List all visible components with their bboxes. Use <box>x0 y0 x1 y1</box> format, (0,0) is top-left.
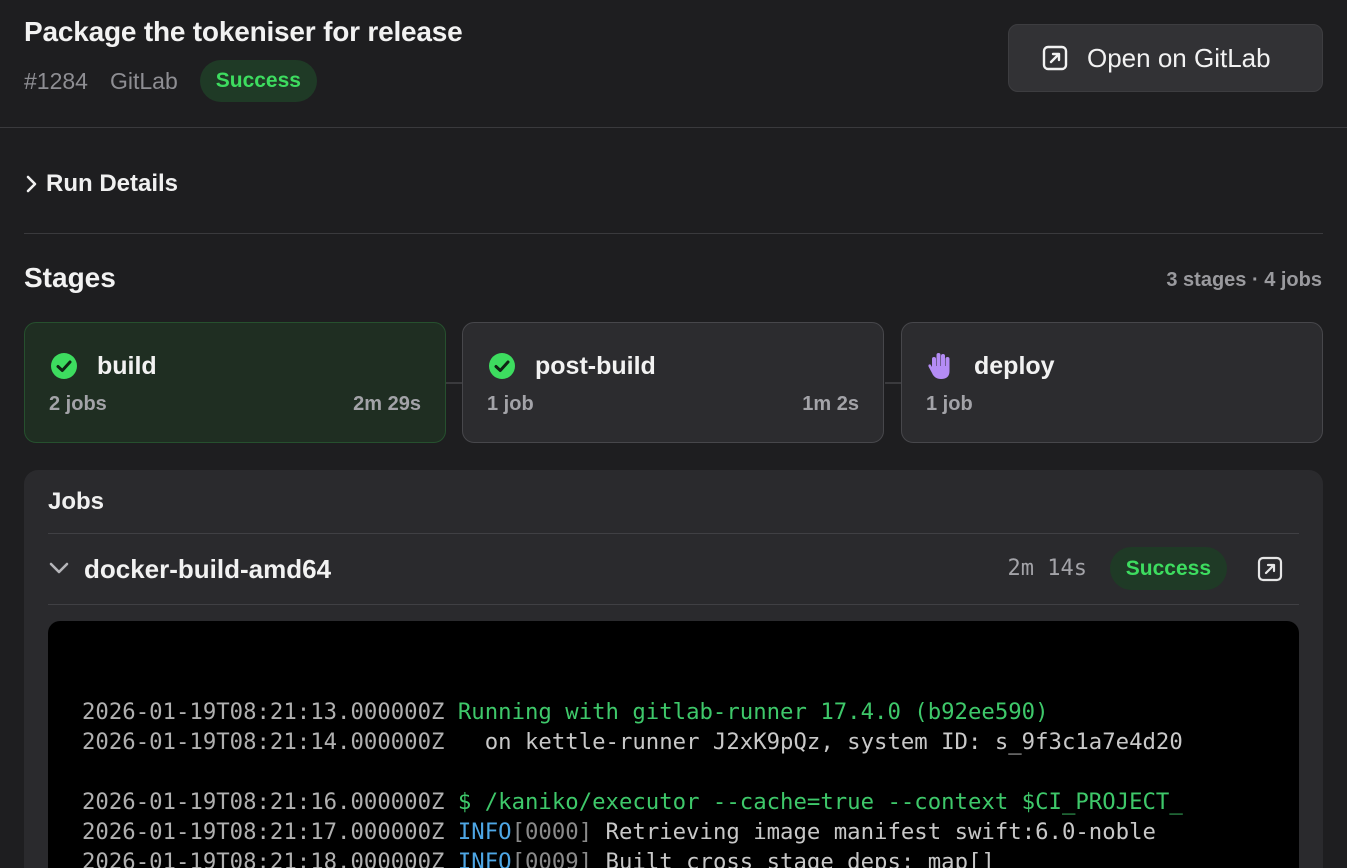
log-line: 2026-01-19T08:21:16.000000Z $ /kaniko/ex… <box>82 787 1299 817</box>
jobs-divider <box>48 604 1299 605</box>
jobs-panel: Jobs docker-build-amd64 2m 14s Success 2… <box>24 470 1323 868</box>
log-timestamp: 2026-01-19T08:21:14.000000Z <box>82 729 445 755</box>
run-details-label: Run Details <box>46 170 179 197</box>
job-status-badge: Success <box>1109 547 1227 590</box>
log-text: INFO <box>444 819 512 845</box>
job-duration: 2m 14s <box>1007 556 1087 581</box>
stages-title: Stages <box>24 262 116 293</box>
log-text: Running with gitlab-runner 17.4.0 (b92ee… <box>444 699 1049 725</box>
log-line: 2026-01-19T08:21:14.000000Z on kettle-ru… <box>82 727 1299 757</box>
log-line: 2026-01-19T08:21:18.000000Z INFO[0009] B… <box>82 847 1299 868</box>
log-line: 2026-01-19T08:21:13.000000Z Running with… <box>82 697 1299 727</box>
stage-duration: 2m 29s <box>353 393 421 415</box>
run-details-toggle[interactable]: Run Details <box>24 170 178 198</box>
stage-card-deploy[interactable]: deploy 1 job <box>901 322 1323 443</box>
log-timestamp: 2026-01-19T08:21:18.000000Z <box>82 849 445 868</box>
open-on-gitlab-button[interactable]: Open on GitLab <box>1008 24 1323 92</box>
stage-job-count: 1 job <box>926 393 973 415</box>
check-circle-icon <box>489 353 515 379</box>
stages-summary: 3 stages · 4 jobs <box>1166 269 1322 291</box>
check-circle-icon <box>51 353 77 379</box>
jobs-title: Jobs <box>48 488 105 515</box>
chevron-down-icon <box>49 562 69 574</box>
job-row-docker-build-amd64[interactable]: docker-build-amd64 2m 14s Success <box>48 534 1299 604</box>
stage-card-build[interactable]: build 2 jobs 2m 29s <box>24 322 446 443</box>
log-text: on kettle-runner J2xK9pQz, system ID: s_… <box>444 729 1183 755</box>
stage-card-post-build[interactable]: post-build 1 job 1m 2s <box>462 322 884 443</box>
log-text: [0009] <box>511 849 593 868</box>
pipeline-meta: #1284 GitLab Success <box>24 60 317 102</box>
stage-duration: 1m 2s <box>802 393 859 415</box>
provider-label: GitLab <box>109 67 178 94</box>
stage-name: deploy <box>974 351 1055 380</box>
hand-icon <box>928 353 950 379</box>
stage-job-count: 2 jobs <box>49 393 107 415</box>
stage-job-count: 1 job <box>487 393 534 415</box>
section-divider <box>24 233 1323 234</box>
external-link-icon <box>1042 45 1068 71</box>
log-text: INFO <box>444 849 512 868</box>
stage-connector <box>885 382 901 384</box>
log-line: 2026-01-19T08:21:17.000000Z INFO[0000] R… <box>82 817 1299 847</box>
page-title: Package the tokeniser for release <box>24 16 463 47</box>
log-text: Retrieving image manifest swift:6.0-nobl… <box>592 819 1156 845</box>
job-log-output: 2026-01-19T08:21:13.000000Z Running with… <box>48 621 1299 868</box>
chevron-right-icon <box>26 175 37 193</box>
job-name: docker-build-amd64 <box>84 554 332 584</box>
log-timestamp: 2026-01-19T08:21:13.000000Z <box>82 699 445 725</box>
run-number: #1284 <box>24 67 88 94</box>
log-timestamp: 2026-01-19T08:21:17.000000Z <box>82 819 445 845</box>
status-badge: Success <box>199 60 317 102</box>
log-text: Built cross stage deps: map[] <box>592 849 995 868</box>
log-timestamp: 2026-01-19T08:21:16.000000Z <box>82 789 445 815</box>
stage-connector <box>446 382 462 384</box>
log-text: $ /kaniko/executor --cache=true --contex… <box>444 789 1183 815</box>
stage-name: post-build <box>535 351 656 380</box>
log-text: [0000] <box>511 819 593 845</box>
external-link-icon[interactable] <box>1257 556 1283 582</box>
pipeline-header: Package the tokeniser for release #1284 … <box>0 0 1347 128</box>
stage-name: build <box>97 351 157 380</box>
open-on-gitlab-label: Open on GitLab <box>1087 42 1271 73</box>
